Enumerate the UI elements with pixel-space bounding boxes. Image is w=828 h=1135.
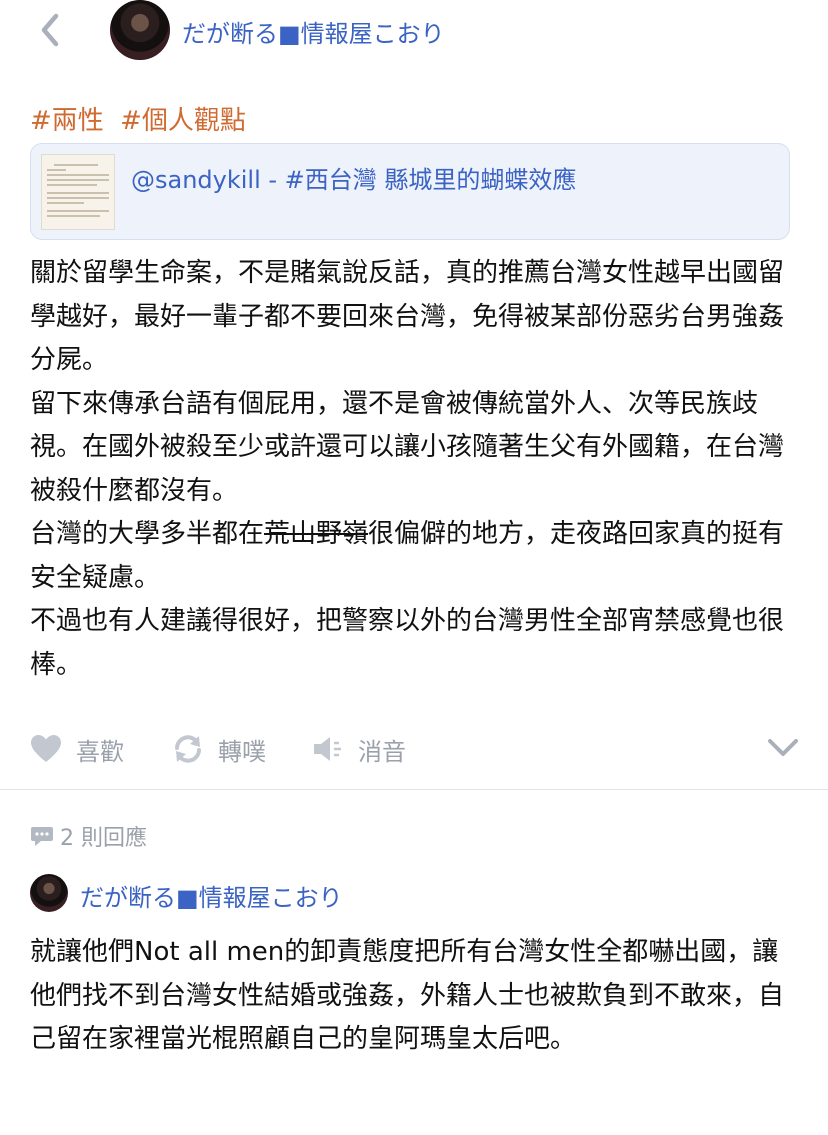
- post-paragraph: 留下來傳承台語有個屁用，還不是會被傳統當外人、次等民族歧視。在國外被殺至少或許還…: [30, 388, 785, 506]
- heart-icon: [31, 735, 61, 762]
- link-thumbnail: [41, 154, 115, 230]
- author-avatar[interactable]: [110, 0, 170, 60]
- post-content: 關於留學生命案，不是賭氣說反話，真的推薦台灣女性越早出國留學越好，最好一輩子都不…: [30, 252, 800, 687]
- mute-label: 消音: [358, 737, 406, 766]
- like-button[interactable]: 喜歡: [30, 727, 124, 771]
- text-segment: 台灣的大學多半都在: [30, 519, 265, 549]
- link-card-title: @sandykill - #西台灣 縣城里的蝴蝶效應: [131, 166, 577, 194]
- speech-bubble-icon: [31, 827, 53, 846]
- tag-opinion[interactable]: #個人觀點: [120, 106, 246, 136]
- expand-button[interactable]: [766, 733, 800, 769]
- reshare-label: 轉噗: [218, 737, 266, 766]
- reply-count: 2 則回應: [30, 820, 147, 852]
- refresh-icon: [175, 735, 201, 763]
- post-header: だが断る■情報屋こおり: [0, 0, 828, 66]
- chevron-left-icon: [41, 13, 59, 47]
- tag-gender[interactable]: #兩性: [30, 106, 104, 136]
- strikethrough-text: 荒山野嶺: [264, 519, 369, 549]
- back-button[interactable]: [34, 10, 70, 50]
- link-preview-card[interactable]: @sandykill - #西台灣 縣城里的蝴蝶效應: [30, 143, 790, 240]
- reply-count-label: 2 則回應: [60, 826, 147, 851]
- chevron-down-icon: [768, 739, 798, 756]
- section-divider: [0, 789, 828, 790]
- post-paragraph: 台灣的大學多半都在荒山野嶺很偏僻的地方，走夜路回家真的挺有安全疑慮。: [30, 513, 800, 600]
- reply-author-name[interactable]: だが断る■情報屋こおり: [80, 878, 343, 913]
- post-action-bar: 喜歡 轉噗 消音: [30, 727, 800, 771]
- reshare-button[interactable]: 轉噗: [172, 727, 266, 771]
- reply-author-avatar[interactable]: [30, 874, 68, 912]
- post-paragraph: 不過也有人建議得很好，把警察以外的台灣男性全部宵禁感覺也很棒。: [30, 606, 785, 680]
- post-paragraph: 關於留學生命案，不是賭氣說反話，真的推薦台灣女性越早出國留學越好，最好一輩子都不…: [30, 258, 785, 375]
- speaker-mute-icon: [314, 737, 341, 761]
- reply-text: 就讓他們Not all men的卸責態度把所有台灣女性全都嚇出國，讓他們找不到台…: [30, 937, 785, 1054]
- post-tags: #兩性 #個人觀點: [30, 100, 254, 137]
- author-name[interactable]: だが断る■情報屋こおり: [182, 14, 445, 49]
- like-label: 喜歡: [76, 737, 124, 766]
- mute-button[interactable]: 消音: [312, 727, 406, 771]
